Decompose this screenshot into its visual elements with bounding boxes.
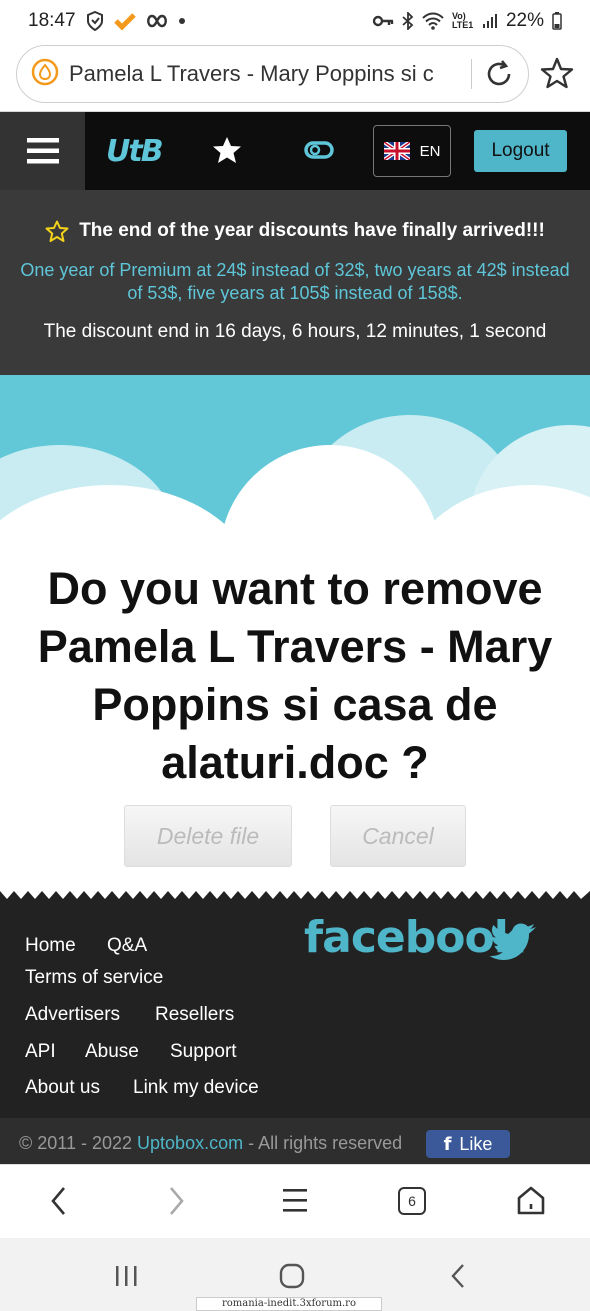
battery-percent: 22% <box>505 10 544 31</box>
footer-link-support[interactable]: Support <box>170 1041 237 1063</box>
footer-link-device[interactable]: Link my device <box>133 1077 259 1099</box>
bookmark-star-icon[interactable] <box>540 56 574 95</box>
promo-offer[interactable]: One year of Premium at 24$ instead of 32… <box>20 259 570 305</box>
language-selector[interactable]: EN <box>373 125 451 177</box>
site-security-icon[interactable] <box>31 58 59 91</box>
footer-link-qa[interactable]: Q&A <box>107 935 147 957</box>
home-icon[interactable] <box>516 1185 546 1217</box>
vpn-key-icon <box>372 10 394 32</box>
site-footer: Home Q&A Terms of service Advertisers Re… <box>0 900 590 1118</box>
reload-icon[interactable] <box>484 59 514 89</box>
forward-arrow-icon[interactable] <box>165 1185 187 1217</box>
copyright-suffix: - All rights reserved <box>248 1133 403 1153</box>
status-bar: 18:47 Vo) LTE1 22% <box>0 0 590 42</box>
watermark-caption: romania-inedit.3xforum.ro <box>196 1297 382 1311</box>
address-bar[interactable]: Pamela L Travers - Mary Poppins si c <box>16 45 529 103</box>
delete-confirmation-question: Do you want to remove Pamela L Travers -… <box>37 563 553 788</box>
footer-link-home[interactable]: Home <box>25 935 76 957</box>
language-code: EN <box>419 142 441 160</box>
infinity-icon <box>146 10 168 32</box>
hamburger-icon <box>26 138 59 164</box>
signal-icon <box>482 10 498 32</box>
shield-icon <box>86 10 104 32</box>
promo-countdown: The discount end in 16 days, 6 hours, 12… <box>43 321 547 342</box>
system-back-icon[interactable] <box>448 1262 468 1295</box>
menu-icon[interactable] <box>282 1185 308 1215</box>
android-navigation-bar: romania-inedit.3xforum.ro <box>0 1238 590 1311</box>
battery-icon <box>552 10 562 32</box>
toggle-icon[interactable] <box>304 140 334 165</box>
promo-title: The end of the year discounts have final… <box>79 220 545 241</box>
copyright-bar: © 2011 - 2022 Uptobox.com - All rights r… <box>0 1118 590 1164</box>
facebook-like-button[interactable]: f Like <box>426 1130 510 1158</box>
facebook-f-icon: f <box>443 1133 452 1155</box>
back-arrow-icon[interactable] <box>48 1185 70 1217</box>
footer-link-api[interactable]: API <box>25 1041 56 1063</box>
brand-link[interactable]: Uptobox.com <box>137 1133 243 1153</box>
url-divider <box>471 59 472 89</box>
promo-title-row: The end of the year discounts have final… <box>0 220 590 242</box>
hero-clouds-background <box>0 375 590 585</box>
discount-banner: The end of the year discounts have final… <box>0 190 590 375</box>
hamburger-menu-button[interactable] <box>0 112 85 190</box>
dot-icon <box>178 10 186 32</box>
browser-toolbar: Pamela L Travers - Mary Poppins si c <box>0 42 590 112</box>
recent-apps-icon[interactable] <box>114 1264 138 1293</box>
wifi-icon <box>422 10 444 32</box>
home-button-icon[interactable] <box>278 1262 306 1295</box>
favorites-star-icon[interactable] <box>212 136 242 169</box>
network-type: Vo) LTE1 <box>451 11 474 30</box>
url-text[interactable]: Pamela L Travers - Mary Poppins si c <box>69 61 465 87</box>
like-label: Like <box>459 1133 493 1154</box>
footer-link-abuse[interactable]: Abuse <box>85 1041 139 1063</box>
bluetooth-icon <box>402 10 414 32</box>
logout-button[interactable]: Logout <box>474 130 567 172</box>
delete-file-button[interactable]: Delete file <box>124 805 292 867</box>
footer-link-terms[interactable]: Terms of service <box>25 967 163 989</box>
browser-bottom-nav: 6 <box>0 1164 590 1238</box>
copyright-prefix: © 2011 - 2022 <box>19 1133 133 1153</box>
tabs-button[interactable]: 6 <box>398 1187 426 1215</box>
footer-link-advertisers[interactable]: Advertisers <box>25 1004 120 1026</box>
clock: 18:47 <box>28 10 76 31</box>
star-outline-icon <box>45 220 69 242</box>
copyright-text: © 2011 - 2022 Uptobox.com - All rights r… <box>19 1133 402 1154</box>
twitter-bird-icon[interactable] <box>488 922 538 965</box>
cancel-button[interactable]: Cancel <box>330 805 466 867</box>
site-header: UtB EN Logout <box>0 112 590 190</box>
footer-link-about[interactable]: About us <box>25 1077 100 1099</box>
app-notification-icon <box>113 10 136 32</box>
uk-flag-icon <box>383 142 410 160</box>
site-logo[interactable]: UtB <box>106 134 164 169</box>
footer-link-resellers[interactable]: Resellers <box>155 1004 234 1026</box>
